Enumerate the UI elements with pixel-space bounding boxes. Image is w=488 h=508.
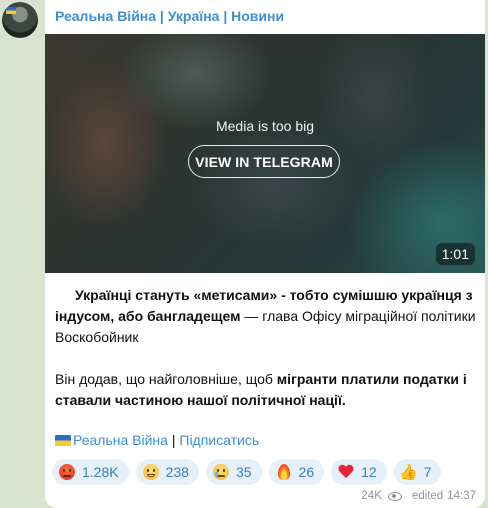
message-time: 14:37 [447,490,476,502]
channel-title[interactable]: Реальна Війна | Україна | Новини [55,8,284,24]
grinning-face-icon [142,463,160,481]
reaction-count: 7 [423,464,432,480]
reaction-thumbs-up[interactable]: 👍 7 [393,459,442,485]
post-signature: Реальна Війна | Підписатись [55,432,259,448]
eye-icon [387,491,402,501]
reaction-fire[interactable]: 26 [268,459,325,485]
reactions-bar: 1.28K 238 35 26 12 👍 7 [52,459,442,485]
view-in-telegram-button[interactable]: VIEW IN TELEGRAM [188,145,340,178]
reaction-count: 1.28K [82,464,119,480]
media-too-big-note: Media is too big [215,118,315,134]
reaction-count: 26 [298,464,315,480]
ukraine-flag-icon [6,7,16,14]
heart-icon [337,463,355,481]
reaction-angry[interactable]: 1.28K [52,459,129,485]
channel-link[interactable]: Реальна Війна [73,432,168,448]
signature-separator: | [167,432,180,448]
fire-icon [275,463,293,481]
post-paragraph-2: Він додав, що найголовніше, щоб мігранти… [55,369,477,411]
video-duration-badge: 1:01 [435,243,475,265]
subscribe-link[interactable]: Підписатись [179,432,259,448]
post-text: Українці стануть «метисами» - тобто сумі… [55,285,477,411]
message-meta: 24K edited 14:37 [361,490,476,502]
channel-avatar[interactable] [2,2,38,38]
ukraine-flag-icon [55,435,71,446]
thumbs-up-icon: 👍 [399,463,419,481]
angry-face-icon [58,463,76,481]
post-paragraph-1: Українці стануть «метисами» - тобто сумі… [55,285,477,348]
message-bubble: Реальна Війна | Україна | Новини Media i… [45,0,485,508]
reaction-count: 238 [165,464,189,480]
post-p2-start: Він додав, що найголовніше, щоб [55,371,277,387]
reaction-count: 12 [361,464,377,480]
reaction-heart[interactable]: 12 [331,459,387,485]
view-count: 24K [361,490,382,502]
reaction-grin[interactable]: 238 [135,459,199,485]
crying-face-icon [212,463,230,481]
reaction-cry[interactable]: 35 [205,459,262,485]
video-preview[interactable]: Media is too big VIEW IN TELEGRAM 1:01 [45,34,485,273]
reaction-count: 35 [235,464,252,480]
edited-label: edited [411,490,444,502]
